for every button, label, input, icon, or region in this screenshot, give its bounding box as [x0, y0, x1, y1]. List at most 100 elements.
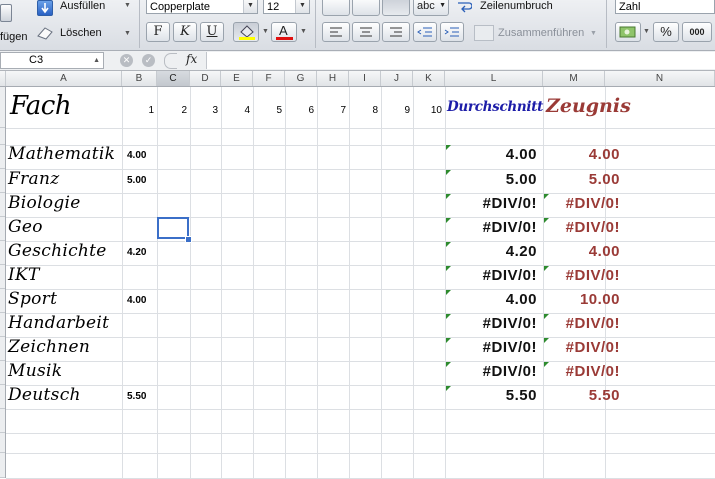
- column-header-a[interactable]: A: [6, 71, 122, 86]
- subject-cell[interactable]: Biologie: [8, 193, 81, 213]
- cancel-icon[interactable]: ✕: [120, 54, 133, 67]
- grade-cell[interactable]: 5.50: [127, 391, 146, 402]
- report-cell[interactable]: #DIV/0!: [566, 219, 620, 236]
- merge-cells-label[interactable]: Zusammenführen: [498, 27, 584, 39]
- column-header-k[interactable]: K: [413, 71, 445, 86]
- column-header-j[interactable]: J: [381, 71, 413, 86]
- report-cell[interactable]: 5.00: [589, 171, 620, 188]
- align-center-button[interactable]: [352, 22, 380, 42]
- column-header-m[interactable]: M: [543, 71, 605, 86]
- average-cell[interactable]: 5.50: [506, 387, 537, 404]
- align-right-button[interactable]: [382, 22, 410, 42]
- column-header-h[interactable]: H: [317, 71, 349, 86]
- average-cell[interactable]: 4.00: [506, 146, 537, 163]
- row-header[interactable]: [0, 193, 5, 217]
- row-header[interactable]: [0, 87, 5, 128]
- subject-cell[interactable]: Deutsch: [8, 385, 81, 405]
- align-left-button[interactable]: [322, 22, 350, 42]
- clear-button-label[interactable]: Löschen: [60, 27, 102, 39]
- wrap-text-label[interactable]: Zeilenumbruch: [480, 0, 553, 12]
- average-cell[interactable]: #DIV/0!: [483, 315, 537, 332]
- number-format-select[interactable]: Zahl: [615, 0, 715, 14]
- confirm-icon[interactable]: ✓: [142, 54, 155, 67]
- merge-dropdown-icon[interactable]: ▼: [590, 30, 597, 37]
- row-header[interactable]: [0, 337, 5, 361]
- average-cell[interactable]: #DIV/0!: [483, 267, 537, 284]
- row-header[interactable]: [0, 265, 5, 289]
- orientation-button[interactable]: abc ▼: [413, 0, 449, 16]
- column-header-e[interactable]: E: [221, 71, 253, 86]
- fill-handle[interactable]: [185, 236, 192, 243]
- subject-cell[interactable]: IKT: [8, 265, 40, 285]
- average-cell[interactable]: 5.00: [506, 171, 537, 188]
- column-header-c[interactable]: C: [157, 71, 190, 86]
- average-cell[interactable]: 4.20: [506, 243, 537, 260]
- font-size-select[interactable]: 12 ▼: [263, 0, 310, 14]
- average-cell[interactable]: #DIV/0!: [483, 363, 537, 380]
- decrease-indent-button[interactable]: [413, 22, 437, 42]
- currency-format-button[interactable]: [615, 22, 641, 42]
- font-name-select[interactable]: Copperplate ▼: [146, 0, 258, 14]
- column-header-l[interactable]: L: [445, 71, 543, 86]
- row-header[interactable]: [0, 217, 5, 241]
- average-cell[interactable]: #DIV/0!: [483, 195, 537, 212]
- row-header[interactable]: [0, 145, 5, 169]
- row-header[interactable]: [0, 409, 5, 433]
- fill-color-dropdown-icon[interactable]: ▼: [262, 28, 269, 35]
- align-top-button[interactable]: [322, 0, 350, 16]
- currency-dropdown-icon[interactable]: ▼: [643, 28, 650, 35]
- name-box[interactable]: C3 ▲▼: [0, 52, 104, 79]
- column-header-i[interactable]: I: [349, 71, 381, 86]
- subject-cell[interactable]: Geschichte: [8, 241, 107, 261]
- insert-function-button[interactable]: fx: [186, 52, 197, 66]
- column-header-g[interactable]: G: [285, 71, 317, 86]
- report-cell[interactable]: #DIV/0!: [566, 315, 620, 332]
- grade-cell[interactable]: 5.00: [127, 175, 146, 186]
- row-header[interactable]: [0, 128, 5, 145]
- underline-button[interactable]: U: [200, 22, 224, 42]
- paste-icon[interactable]: [0, 4, 12, 22]
- row-header[interactable]: [0, 361, 5, 385]
- column-header-corner[interactable]: [0, 71, 6, 86]
- font-color-dropdown-icon[interactable]: ▼: [300, 28, 307, 35]
- row-header[interactable]: [0, 169, 5, 193]
- report-cell[interactable]: #DIV/0!: [566, 363, 620, 380]
- row-header[interactable]: [0, 289, 5, 313]
- report-cell[interactable]: 10.00: [580, 291, 620, 308]
- eraser-icon[interactable]: [36, 26, 54, 40]
- clear-dropdown-icon[interactable]: ▼: [124, 30, 131, 37]
- italic-button[interactable]: K: [173, 22, 197, 42]
- row-header[interactable]: [0, 453, 5, 478]
- fill-button-label[interactable]: Ausfüllen: [60, 0, 105, 12]
- font-color-button[interactable]: A: [271, 22, 297, 42]
- chevron-down-icon[interactable]: ▼: [243, 0, 257, 13]
- chevron-down-icon[interactable]: ▼: [295, 0, 309, 13]
- average-cell[interactable]: #DIV/0!: [483, 339, 537, 356]
- increase-indent-button[interactable]: [440, 22, 464, 42]
- average-cell[interactable]: 4.00: [506, 291, 537, 308]
- subject-cell[interactable]: Zeichnen: [8, 337, 90, 357]
- grade-cell[interactable]: 4.20: [127, 247, 146, 258]
- align-bottom-button[interactable]: [382, 0, 410, 16]
- row-header[interactable]: [0, 241, 5, 265]
- subject-cell[interactable]: Geo: [8, 217, 43, 237]
- formula-input[interactable]: [206, 52, 715, 69]
- column-header-n[interactable]: N: [605, 71, 715, 86]
- wrap-text-icon[interactable]: [456, 0, 473, 13]
- row-header[interactable]: [0, 385, 5, 409]
- spreadsheet-grid[interactable]: ABCDEFGHIJKLMN Fach 1 2 3 4 5 6 7 8 9 10 Durchschni…: [0, 71, 715, 479]
- report-cell[interactable]: 5.50: [589, 387, 620, 404]
- column-header-d[interactable]: D: [190, 71, 221, 86]
- row-header[interactable]: [0, 433, 5, 453]
- subject-cell[interactable]: Handarbeit: [8, 313, 109, 333]
- column-header-b[interactable]: B: [122, 71, 157, 86]
- thousands-separator-button[interactable]: 000: [682, 22, 712, 42]
- fill-color-button[interactable]: [233, 22, 259, 42]
- report-cell[interactable]: #DIV/0!: [566, 339, 620, 356]
- align-middle-button[interactable]: [352, 0, 380, 16]
- fill-dropdown-icon[interactable]: ▼: [124, 2, 131, 9]
- average-cell[interactable]: #DIV/0!: [483, 219, 537, 236]
- report-cell[interactable]: #DIV/0!: [566, 195, 620, 212]
- merge-cells-icon[interactable]: [474, 25, 494, 41]
- paste-button-label[interactable]: fügen: [0, 31, 28, 43]
